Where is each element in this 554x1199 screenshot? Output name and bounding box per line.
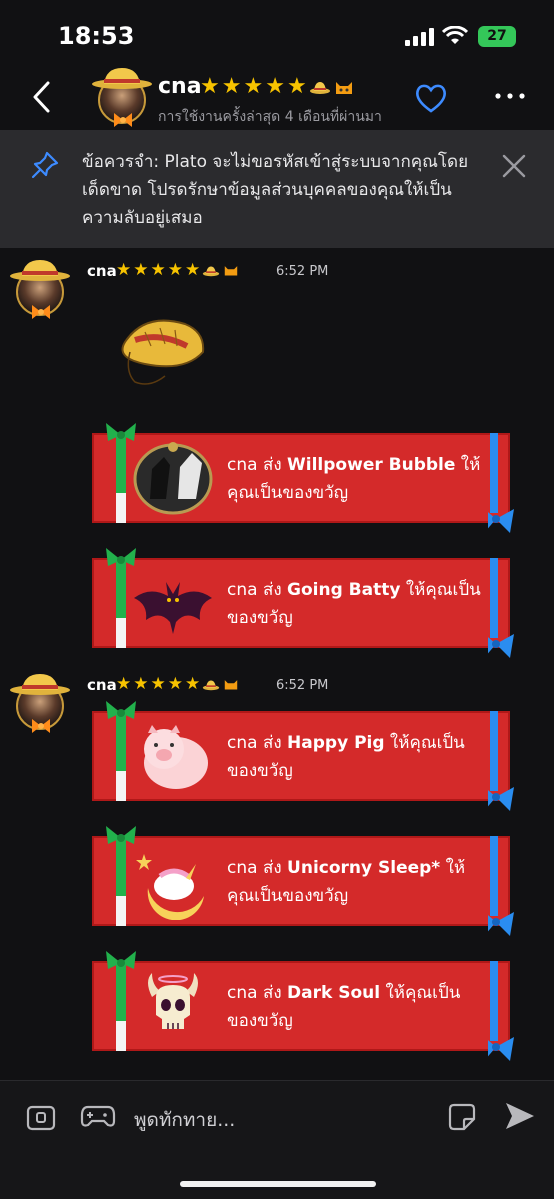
gift-name: Dark Soul (287, 983, 381, 1003)
bow-badge-icon (114, 113, 132, 127)
blue-ribbon-bow-icon (488, 961, 514, 1061)
sender-name: cna (87, 676, 117, 694)
rating-stars: ★ ★ ★ ★ ★ (116, 260, 240, 280)
blue-ribbon-bow-icon (488, 433, 514, 533)
gift-text: cna ส่ง Going Batty ให้คุณเป็นของขวัญ (227, 576, 487, 632)
status-time: 18:53 (58, 22, 135, 50)
gift-message[interactable]: cna ส่ง Happy Pig ให้คุณเป็นของขวัญ (92, 701, 514, 811)
gift-prefix: cna ส่ง (227, 983, 288, 1003)
gift-message[interactable]: cna ส่ง Willpower Bubble ให้คุณเป็นของขว… (92, 423, 514, 533)
message-time: 6:52 PM (276, 678, 329, 693)
message-header: cna ★ ★ ★ ★ ★ 6:52 PM (0, 260, 554, 342)
rating-stars: ★ ★ ★ ★ ★ (116, 674, 240, 694)
straw-hat-badge-icon (203, 679, 220, 690)
chat-header: cna ★ ★ ★ ★ ★ การใช้งานครั้งล่าสุด 4 เดื… (0, 62, 554, 132)
home-indicator (180, 1181, 376, 1187)
heart-icon[interactable] (414, 82, 448, 114)
wifi-icon (442, 26, 468, 44)
gift-prefix: cna ส่ง (227, 455, 288, 475)
gift-name: Going Batty (287, 580, 401, 600)
send-icon[interactable] (504, 1101, 536, 1131)
star-icon: ★ (116, 260, 132, 280)
back-chevron-icon[interactable] (30, 80, 54, 114)
gift-text: cna ส่ง Dark Soul ให้คุณเป็นของขวัญ (227, 979, 487, 1035)
star-icon: ★ (243, 74, 264, 99)
star-icon: ★ (185, 674, 201, 694)
gift-prefix: cna ส่ง (227, 733, 288, 753)
cat-badge-icon (335, 81, 352, 94)
star-icon: ★ (265, 74, 285, 99)
gift-prefix: cna ส่ง (227, 858, 288, 878)
sticker-icon[interactable] (448, 1103, 476, 1131)
message-input[interactable]: พูดทักทาย... (134, 1105, 235, 1135)
contact-name: cna (158, 74, 202, 99)
star-icon: ★ (167, 260, 183, 280)
message-time: 6:52 PM (276, 264, 329, 279)
knight-horse-icon (133, 442, 213, 515)
more-options-icon[interactable] (494, 92, 526, 100)
horned-skull-icon (148, 973, 198, 1029)
cat-badge-icon (225, 680, 238, 690)
sleeping-unicorn-icon (136, 854, 204, 920)
straw-hat-badge-icon (203, 265, 220, 276)
star-icon: ★ (133, 674, 149, 694)
gift-name: Unicorny Sleep* (287, 858, 441, 878)
gift-name: Happy Pig (287, 733, 385, 753)
star-icon: ★ (200, 74, 220, 99)
straw-hat-sticker[interactable] (105, 302, 215, 392)
bat-icon (134, 582, 212, 634)
sender-name: cna (87, 262, 117, 280)
close-icon[interactable] (500, 152, 528, 180)
pig-icon (144, 725, 208, 789)
star-icon: ★ (221, 74, 242, 99)
status-bar: 18:53 27 (0, 0, 554, 70)
cat-badge-icon (225, 266, 238, 276)
security-reminder-banner: ข้อควรจำ: Plato จะไม่ขอรหัสเข้าสู่ระบบจา… (0, 130, 554, 248)
gift-box-icon[interactable] (26, 1103, 56, 1131)
gift-text: cna ส่ง Happy Pig ให้คุณเป็นของขวัญ (227, 729, 487, 785)
sender-avatar[interactable] (6, 672, 76, 734)
message-input-bar: พูดทักทาย... (0, 1081, 554, 1199)
gift-text: cna ส่ง Unicorny Sleep* ให้คุณเป็นของขวั… (227, 854, 487, 910)
star-icon: ★ (286, 74, 307, 99)
bow-badge-icon (32, 719, 50, 733)
blue-ribbon-bow-icon (488, 558, 514, 658)
battery-indicator: 27 (478, 26, 516, 47)
gift-message[interactable]: cna ส่ง Going Batty ให้คุณเป็นของขวัญ (92, 548, 514, 658)
blue-ribbon-bow-icon (488, 711, 514, 811)
star-icon: ★ (150, 674, 166, 694)
header-avatar[interactable] (88, 66, 158, 128)
gift-message[interactable]: cna ส่ง Dark Soul ให้คุณเป็นของขวัญ (92, 951, 514, 1061)
star-icon: ★ (185, 260, 201, 280)
last-active-text: การใช้งานครั้งล่าสุด 4 เดือนที่ผ่านมา (158, 109, 382, 125)
game-controller-icon[interactable] (80, 1103, 116, 1129)
star-icon: ★ (150, 260, 166, 280)
straw-hat-badge-icon (309, 81, 330, 94)
rating-stars: ★ ★ ★ ★ ★ (200, 74, 355, 99)
star-icon: ★ (167, 674, 183, 694)
gift-message[interactable]: cna ส่ง Unicorny Sleep* ให้คุณเป็นของขวั… (92, 826, 514, 936)
straw-hat-icon (10, 674, 70, 695)
gift-name: Willpower Bubble (287, 455, 456, 475)
sender-avatar[interactable] (6, 258, 76, 320)
bow-badge-icon (32, 305, 50, 319)
pin-icon (31, 151, 59, 179)
straw-hat-icon (92, 68, 152, 89)
star-icon: ★ (116, 674, 132, 694)
star-icon: ★ (133, 260, 149, 280)
gift-text: cna ส่ง Willpower Bubble ให้คุณเป็นของขว… (227, 451, 487, 507)
banner-text: ข้อควรจำ: Plato จะไม่ขอรหัสเข้าสู่ระบบจา… (82, 152, 469, 228)
blue-ribbon-bow-icon (488, 836, 514, 936)
straw-hat-icon (10, 260, 70, 281)
gift-prefix: cna ส่ง (227, 580, 288, 600)
cellular-signal-icon (405, 28, 434, 46)
